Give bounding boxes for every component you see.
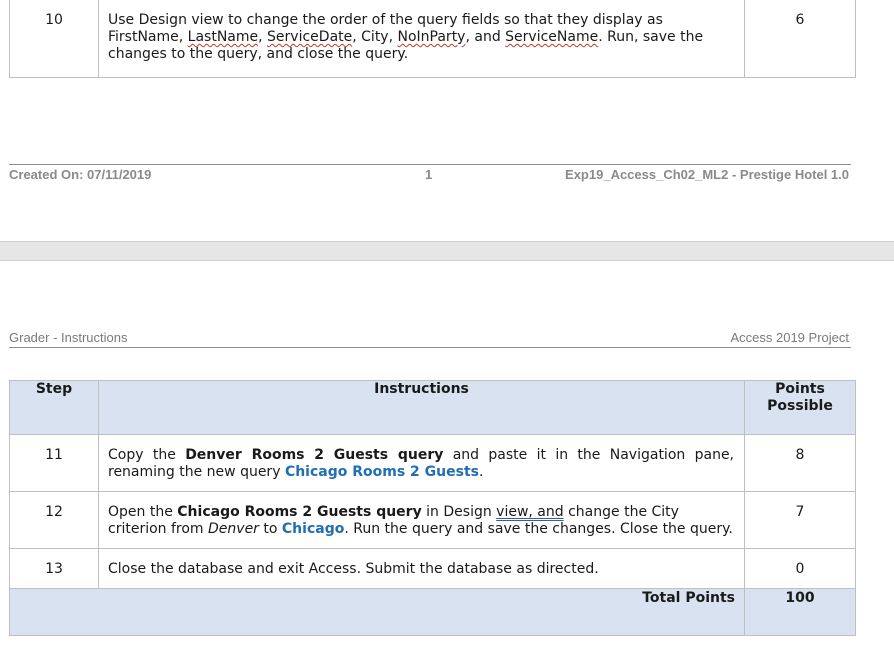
header-right: Access 2019 Project [730,330,849,345]
footer-created-on: Created On: 07/11/2019 [9,167,152,182]
table-row: 11 Copy the Denver Rooms 2 Guests query … [9,434,856,492]
step-number: 11 [9,434,99,492]
total-points-label: Total Points [9,588,745,636]
table-row: 10 Use Design view to change the order o… [9,0,856,78]
total-row: Total Points 100 [9,588,856,636]
column-header-instructions: Instructions [98,380,745,435]
footer-page-number: 1 [425,167,433,182]
points-value: 8 [744,434,856,492]
table-header-row: Step Instructions Points Possible [9,380,856,435]
instruction-text: Close the database and exit Access. Subm… [98,548,745,589]
instruction-text: Open the Chicago Rooms 2 Guests query in… [98,491,745,549]
page-break-gap [0,241,894,261]
points-value: 6 [744,0,856,78]
instruction-text: Copy the Denver Rooms 2 Guests query and… [98,434,745,492]
step-number: 10 [9,0,99,78]
table-row: 13 Close the database and exit Access. S… [9,548,856,589]
instructions-table: Step Instructions Points Possible 11 Cop… [9,380,856,636]
table-row: 12 Open the Chicago Rooms 2 Guests query… [9,491,856,549]
header-divider [9,347,851,348]
footer-divider [9,164,851,165]
instruction-text: Use Design view to change the order of t… [98,0,745,78]
total-points-value: 100 [744,588,856,636]
document-page-2: Grader - Instructions Access 2019 Projec… [0,261,894,654]
instructions-table-page-1: 10 Use Design view to change the order o… [9,0,856,78]
points-value: 7 [744,491,856,549]
header-left: Grader - Instructions [9,330,128,345]
points-value: 0 [744,548,856,589]
document-page-1: 10 Use Design view to change the order o… [0,0,894,241]
column-header-points: Points Possible [744,380,856,435]
footer-document-name: Exp19_Access_Ch02_ML2 - Prestige Hotel 1… [565,167,849,182]
column-header-step: Step [9,380,99,435]
step-number: 13 [9,548,99,589]
step-number: 12 [9,491,99,549]
